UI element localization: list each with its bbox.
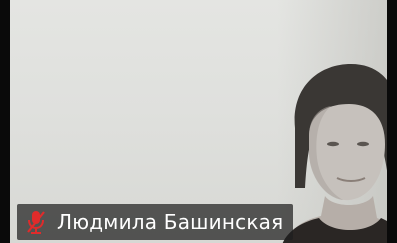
video-frame-left-edge [0,0,10,243]
participant-name: Людмила Башинская [57,210,284,234]
video-frame-right-edge [387,0,397,243]
participant-name-bar: Людмила Башинская [17,204,294,240]
video-tile[interactable]: Людмила Башинская [0,0,397,243]
mic-muted-icon[interactable] [25,209,47,235]
